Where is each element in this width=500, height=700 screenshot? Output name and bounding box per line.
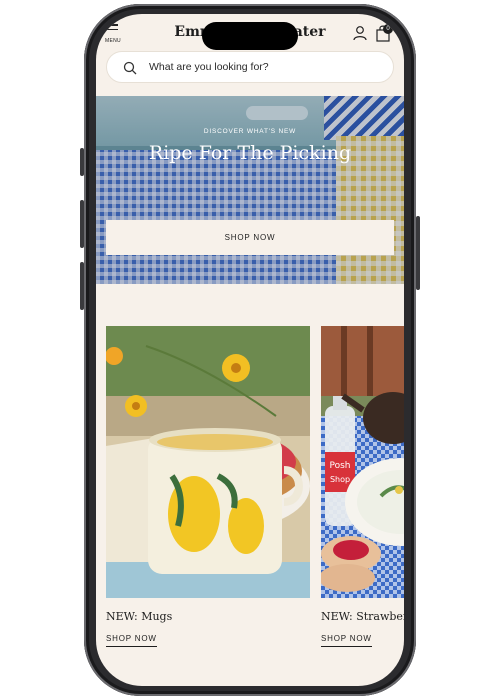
volume-down-button xyxy=(80,262,84,310)
strawberry-scene-illustration: Posh Shop xyxy=(321,326,404,598)
bag-count-badge: 0 xyxy=(383,24,393,34)
bottle-label-text: Posh xyxy=(329,461,350,471)
strawberry-product-image[interactable]: Posh Shop xyxy=(321,326,404,598)
product-card-mugs[interactable]: NEW: Mugs SHOP NOW xyxy=(106,326,310,647)
product-title[interactable]: NEW: Mugs xyxy=(106,610,172,623)
mug-product-image[interactable] xyxy=(106,326,310,598)
product-title[interactable]: NEW: Strawberries xyxy=(321,610,404,623)
user-icon[interactable] xyxy=(352,25,368,41)
dynamic-island xyxy=(202,22,298,50)
hero-overlay xyxy=(96,96,404,284)
hero-kicker: DISCOVER WHAT'S NEW xyxy=(203,128,297,135)
product-card-strawberries[interactable]: Posh Shop NEW: Strawberries SHOP NOW xyxy=(321,326,404,647)
search-icon xyxy=(123,61,137,75)
search-bar[interactable]: What are you looking for? xyxy=(106,51,394,83)
hero-banner[interactable]: DISCOVER WHAT'S NEW Ripe For The Picking… xyxy=(96,96,404,284)
power-button xyxy=(416,216,420,290)
product-shop-now-link[interactable]: SHOP NOW xyxy=(106,634,157,647)
hero-title: Ripe For The Picking xyxy=(148,142,352,164)
hero-shop-now-button[interactable]: SHOP NOW xyxy=(106,220,394,255)
volume-up-button xyxy=(80,200,84,248)
mute-switch xyxy=(80,148,84,176)
product-shop-now-link[interactable]: SHOP NOW xyxy=(321,634,372,647)
app-screen: MENU Emma Bridgewater 0 What are you loo… xyxy=(96,14,404,686)
search-input[interactable]: What are you looking for? xyxy=(149,61,269,73)
mug-scene-illustration xyxy=(106,326,310,598)
bottle-label-text-2: Shop xyxy=(330,475,350,484)
